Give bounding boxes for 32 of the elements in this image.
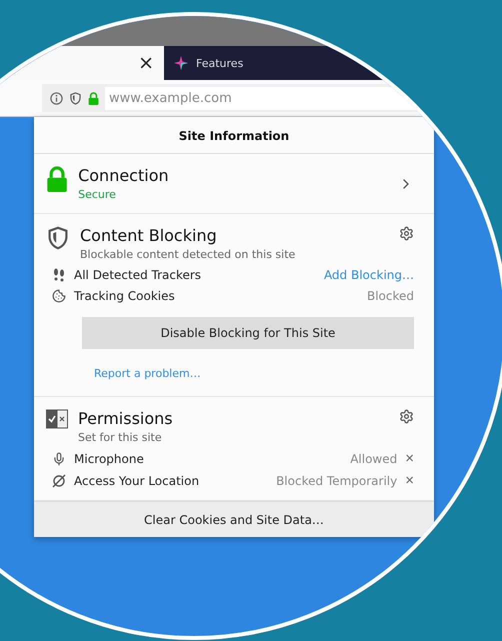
item-label: All Detected Trackers	[74, 268, 202, 282]
disable-blocking-button[interactable]: Disable Blocking for This Site	[82, 317, 414, 349]
section-title: Content Blocking	[80, 226, 218, 245]
cookie-icon	[52, 289, 66, 303]
info-icon[interactable]	[50, 92, 63, 104]
settings-icon[interactable]	[399, 409, 414, 424]
location-blocked-icon	[52, 474, 66, 488]
permissions-icon	[46, 409, 68, 429]
lock-icon	[88, 92, 100, 104]
shield-icon	[69, 92, 82, 104]
section-title: Connection	[78, 166, 170, 185]
blocking-status: Blocked	[366, 289, 414, 303]
item-label: Tracking Cookies	[74, 289, 176, 303]
clear-cookies-button[interactable]: Clear Cookies and Site Data…	[34, 501, 434, 537]
connection-status: Secure	[78, 188, 117, 201]
permission-state: Allowed	[350, 452, 398, 466]
settings-icon[interactable]	[399, 226, 414, 241]
microphone-icon	[52, 452, 66, 466]
section-subtitle: Blockable content detected on this site	[80, 248, 296, 261]
item-label: Microphone	[74, 452, 145, 466]
sparkle-icon	[174, 56, 188, 70]
section-title: Permissions	[78, 409, 174, 428]
lock-icon	[46, 166, 68, 192]
footprints-icon	[52, 268, 66, 282]
permission-state: Blocked Temporarily	[276, 474, 398, 488]
item-label: Access Your Location	[74, 474, 200, 488]
remove-button[interactable]: ×	[405, 473, 414, 488]
section-subtitle: Set for this site	[78, 431, 163, 444]
panel-title: Site Information	[34, 117, 434, 154]
remove-button[interactable]: ×	[405, 451, 414, 466]
shield-icon	[46, 226, 70, 250]
close-tab-button[interactable]: ×	[138, 52, 154, 74]
